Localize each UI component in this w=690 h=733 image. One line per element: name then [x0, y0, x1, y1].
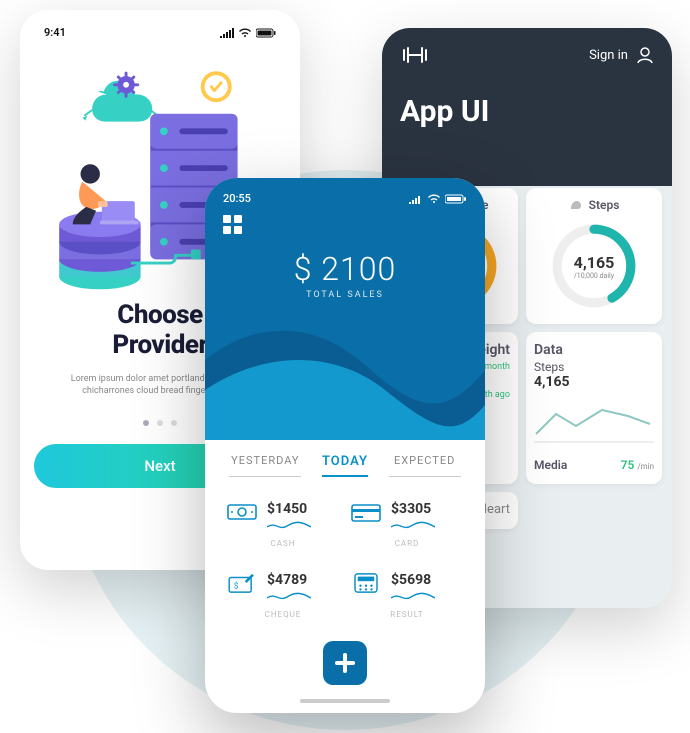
phone-sales: 20:55 $ 2100 TOTAL SALES YESTERDAY TODAY… — [205, 178, 485, 713]
steps-sub: /10,000 daily — [574, 272, 614, 280]
battery-icon — [256, 28, 276, 38]
wave-decoration-icon — [205, 310, 485, 440]
total-label: TOTAL SALES — [205, 290, 485, 300]
home-indicator[interactable] — [300, 699, 390, 703]
spark-icon — [267, 590, 311, 604]
fitness-header: Sign in App UI — [382, 28, 672, 186]
status-bar: 20:55 — [205, 178, 485, 205]
calculator-icon — [351, 572, 381, 594]
cheque-label: CHEQUE — [227, 610, 339, 619]
sales-header: 20:55 $ 2100 TOTAL SALES — [205, 178, 485, 440]
spark-icon — [267, 519, 311, 533]
total-sales: $ 2100 TOTAL SALES — [205, 250, 485, 300]
cash-icon — [227, 501, 257, 523]
data-label: Data — [534, 342, 654, 358]
signal-icon — [409, 194, 423, 204]
card-label: CARD — [351, 539, 463, 548]
status-bar: 9:41 — [34, 24, 286, 39]
item-cheque[interactable]: $ $4789 CHEQUE — [227, 572, 339, 619]
svg-text:$: $ — [234, 581, 239, 592]
wifi-icon — [238, 28, 252, 38]
data-sub: Steps — [534, 360, 654, 374]
sales-tabs: YESTERDAY TODAY EXPECTED — [205, 440, 485, 477]
data-sparkline-icon — [534, 400, 654, 444]
clock: 20:55 — [223, 192, 251, 205]
menu-button[interactable] — [205, 205, 485, 244]
shoe-icon — [569, 198, 583, 212]
sales-breakdown: $1450 CASH $3305 CARD $ $4789 — [205, 477, 485, 629]
item-card[interactable]: $3305 CARD — [351, 501, 463, 548]
card-value: $3305 — [391, 501, 435, 517]
media-label: Media — [534, 458, 567, 472]
spark-icon — [391, 590, 435, 604]
cash-label: CASH — [227, 539, 339, 548]
tab-yesterday[interactable]: YESTERDAY — [229, 454, 301, 477]
item-cash[interactable]: $1450 CASH — [227, 501, 339, 548]
total-amount: $ 2100 — [205, 250, 485, 288]
tab-today[interactable]: TODAY — [322, 454, 368, 477]
cheque-value: $4789 — [267, 572, 311, 588]
media-unit: /min — [637, 462, 654, 471]
dot-1[interactable] — [143, 420, 149, 426]
fitness-title: App UI — [400, 94, 654, 129]
result-label: RESULT — [351, 610, 463, 619]
user-icon — [636, 46, 654, 64]
result-value: $5698 — [391, 572, 435, 588]
tab-expected[interactable]: EXPECTED — [389, 454, 461, 477]
steps-label: Steps — [589, 198, 620, 212]
steps-value: 4,165 — [574, 253, 615, 272]
dumbbell-icon — [400, 46, 430, 64]
wifi-icon — [427, 194, 441, 204]
sign-in-label: Sign in — [589, 48, 628, 63]
status-icons — [220, 28, 276, 38]
signal-icon — [220, 28, 234, 38]
cheque-icon: $ — [227, 572, 257, 594]
media-value: 75 — [621, 458, 635, 472]
battery-icon — [445, 194, 467, 204]
data-value: 4,165 — [534, 374, 654, 390]
plus-icon — [333, 651, 357, 675]
spark-icon — [391, 519, 435, 533]
card-icon — [351, 501, 381, 523]
item-result[interactable]: $5698 RESULT — [351, 572, 463, 619]
dot-2[interactable] — [157, 420, 163, 426]
dot-3[interactable] — [171, 420, 177, 426]
clock: 9:41 — [44, 26, 66, 39]
card-data[interactable]: Data Steps 4,165 Media 75 /min — [526, 332, 662, 484]
cash-value: $1450 — [267, 501, 311, 517]
sign-in-button[interactable]: Sign in — [589, 46, 654, 64]
card-steps[interactable]: Steps 4,165 /10,000 daily — [526, 188, 662, 324]
add-button[interactable] — [323, 641, 367, 685]
